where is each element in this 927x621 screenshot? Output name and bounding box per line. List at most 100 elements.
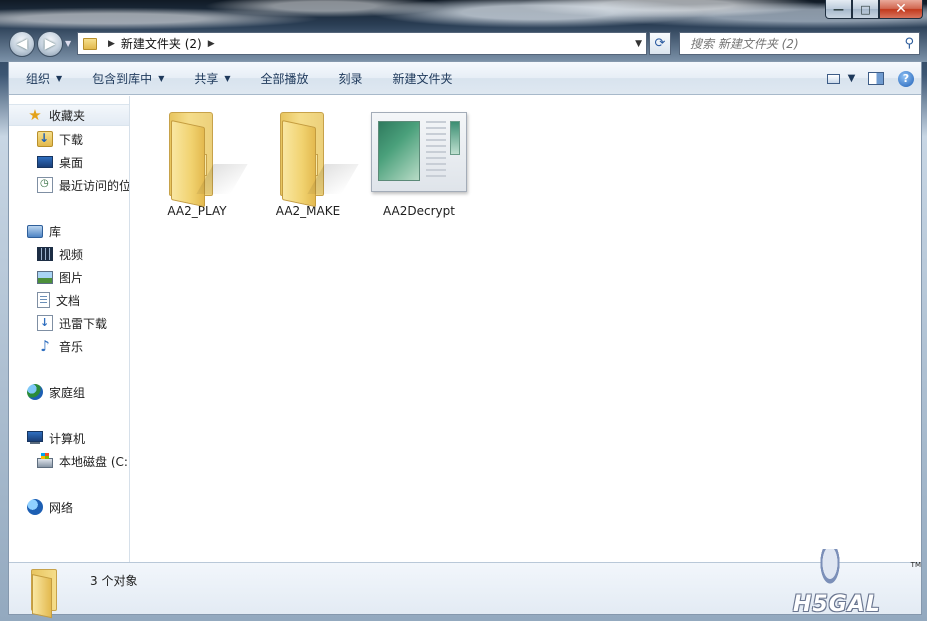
organize-menu[interactable]: 组织 ▼ [9, 62, 77, 95]
desktop-icon [37, 156, 53, 168]
help-icon: ? [898, 70, 914, 87]
play-all-button[interactable]: 全部播放 [246, 62, 324, 95]
file-list: AA2_PLAY AA2_MAKE AA2Decrypt [131, 96, 921, 562]
nav-item-music[interactable]: ♪ 音乐 [37, 335, 83, 357]
maximize-button[interactable]: □ [852, 0, 879, 19]
refresh-icon: ⟳ [654, 36, 666, 51]
navigation-pane: ★ 收藏夹 下载 桌面 最近访问的位 库 视频 图片 文档 [9, 96, 130, 562]
nav-item-label: 迅雷下载 [59, 316, 108, 331]
nav-item-pictures[interactable]: 图片 [37, 266, 83, 288]
computer-icon [27, 431, 43, 442]
watermark-text: H5GAL [793, 592, 881, 617]
nav-favorites-label: 收藏夹 [49, 108, 86, 123]
refresh-button[interactable]: ⟳ [649, 32, 671, 55]
recent-pages-dropdown[interactable]: ▼ [65, 39, 75, 49]
nav-item-label: 本地磁盘 (C:) [59, 454, 130, 469]
nav-computer-label: 计算机 [49, 431, 86, 446]
star-icon: ★ [28, 106, 42, 124]
help-button[interactable]: ? [891, 68, 921, 90]
nav-item-label: 下载 [59, 132, 84, 147]
video-library-icon [37, 247, 53, 261]
burn-label: 刻录 [338, 71, 363, 86]
preview-pane-button[interactable] [861, 68, 891, 90]
nav-item-desktop[interactable]: 桌面 [37, 151, 83, 173]
search-box[interactable]: ⚲ [679, 32, 920, 55]
nav-libraries[interactable]: 库 [27, 220, 61, 242]
folder-icon [27, 569, 67, 619]
application-icon [371, 112, 467, 192]
view-controls: ▼ ? [821, 62, 921, 95]
include-in-library-label: 包含到库中 [92, 71, 153, 86]
download-folder-icon [37, 131, 53, 147]
details-pane: 3 个对象 [9, 562, 921, 619]
nav-item-label: 视频 [59, 247, 84, 262]
arrow-right-icon: ▶ [44, 36, 56, 52]
watermark-logo: H5GAL TM [793, 549, 923, 619]
preview-pane-icon [868, 72, 884, 85]
nav-item-videos[interactable]: 视频 [37, 243, 83, 265]
include-in-library-menu[interactable]: 包含到库中 ▼ [77, 62, 179, 95]
xunlei-download-icon [37, 315, 53, 331]
address-history-dropdown[interactable]: ▼ [635, 39, 642, 49]
navigation-row: ◀ ▶ ▼ ▶ 新建文件夹 (2) ▶ ▼ ⟳ ⚲ [0, 28, 927, 60]
chevron-down-icon: ▼ [56, 73, 63, 83]
nav-item-recent-places[interactable]: 最近访问的位 [37, 174, 130, 196]
nav-item-downloads[interactable]: 下载 [37, 128, 83, 150]
share-menu[interactable]: 共享 ▼ [179, 62, 245, 95]
item-count: 3 个对象 [90, 574, 138, 588]
back-button[interactable]: ◀ [9, 31, 35, 57]
nav-network[interactable]: 网络 [27, 496, 73, 518]
file-name: AA2_MAKE [275, 204, 341, 218]
nav-homegroup[interactable]: 家庭组 [27, 381, 85, 403]
new-folder-button[interactable]: 新建文件夹 [378, 62, 468, 95]
chevron-right-icon[interactable]: ▶ [208, 39, 215, 49]
picture-library-icon [37, 270, 53, 284]
view-icon [826, 73, 840, 84]
folder-icon [260, 104, 359, 208]
breadcrumb-item[interactable]: 新建文件夹 (2) [121, 35, 202, 52]
forward-button[interactable]: ▶ [37, 31, 63, 57]
nav-item-documents[interactable]: 文档 [37, 289, 80, 311]
folder-icon [83, 37, 97, 50]
nav-item-label: 最近访问的位 [59, 178, 130, 193]
library-icon [27, 224, 43, 238]
file-name: AA2Decrypt [383, 204, 455, 218]
burn-button[interactable]: 刻录 [324, 62, 378, 95]
arrow-left-icon: ◀ [16, 36, 28, 52]
mascot-image [815, 549, 845, 595]
file-item-folder[interactable]: AA2_PLAY [147, 104, 248, 222]
nav-network-label: 网络 [49, 500, 74, 515]
file-item-folder[interactable]: AA2_MAKE [258, 104, 359, 222]
trademark-mark: TM [910, 561, 921, 569]
minimize-button[interactable]: — [825, 0, 852, 19]
chevron-right-icon[interactable]: ▶ [108, 39, 115, 49]
change-view-button[interactable]: ▼ [821, 68, 861, 90]
local-disk-icon [37, 453, 53, 468]
new-folder-label: 新建文件夹 [392, 71, 453, 86]
nav-computer[interactable]: 计算机 [27, 427, 85, 449]
address-bar[interactable]: ▶ 新建文件夹 (2) ▶ ▼ [77, 32, 647, 55]
close-button[interactable]: ✕ [879, 0, 923, 19]
nav-item-local-disk[interactable]: 本地磁盘 (C:) [37, 450, 130, 472]
nav-favorites[interactable]: ★ 收藏夹 [9, 104, 129, 126]
nav-item-label: 图片 [59, 270, 84, 285]
chevron-down-icon[interactable]: ▼ [848, 73, 856, 84]
explorer-window: 组织 ▼ 包含到库中 ▼ 共享 ▼ 全部播放 刻录 新建文件夹 ▼ ? ★ 收藏… [8, 61, 922, 619]
play-all-label: 全部播放 [260, 71, 309, 86]
network-icon [27, 499, 43, 515]
nav-item-label: 音乐 [59, 339, 84, 354]
nav-homegroup-label: 家庭组 [49, 385, 86, 400]
file-item-application[interactable]: AA2Decrypt [369, 104, 469, 222]
music-library-icon: ♪ [40, 337, 50, 355]
search-icon[interactable]: ⚲ [904, 36, 914, 51]
file-name: AA2_PLAY [167, 204, 227, 218]
search-input[interactable] [690, 36, 890, 51]
document-library-icon [37, 292, 50, 308]
chevron-down-icon: ▼ [224, 73, 231, 83]
folder-icon [149, 104, 248, 208]
nav-item-xunlei[interactable]: 迅雷下载 [37, 312, 107, 334]
share-label: 共享 [194, 71, 219, 86]
organize-label: 组织 [26, 71, 51, 86]
window-controls: — □ ✕ [825, 0, 923, 19]
homegroup-icon [27, 384, 43, 400]
